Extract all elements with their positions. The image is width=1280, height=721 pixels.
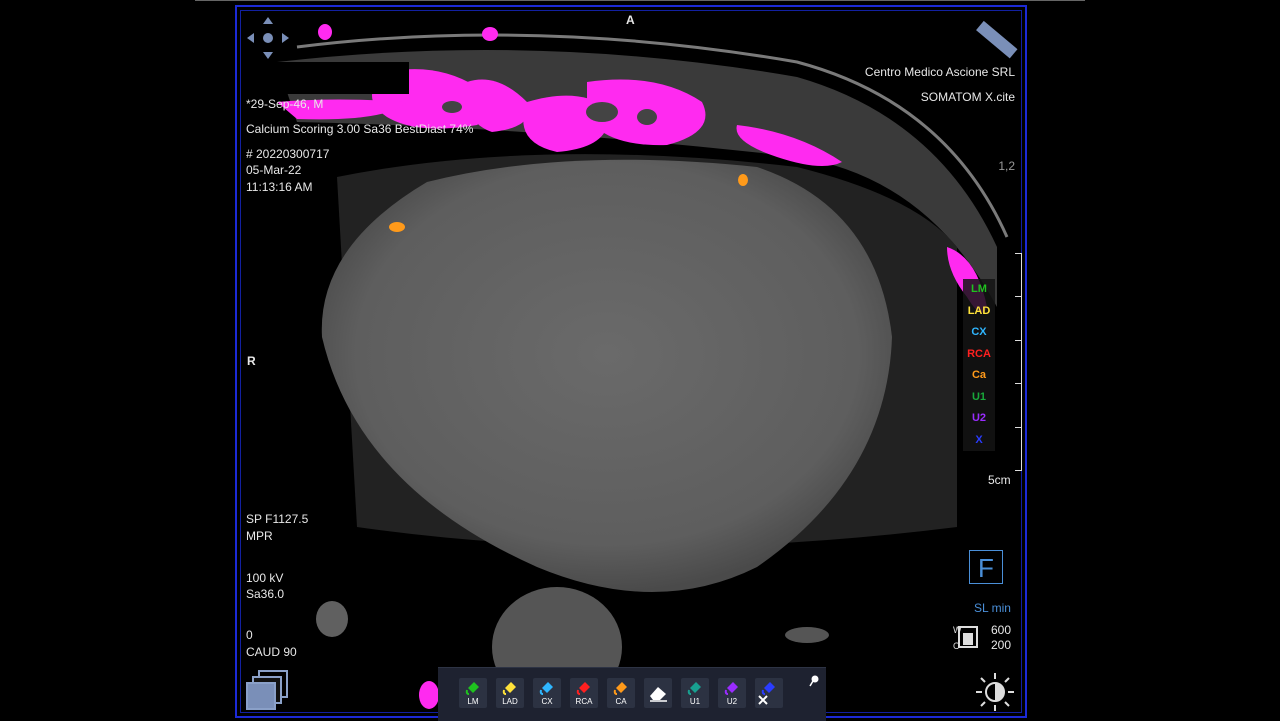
window-width: 600 — [991, 623, 1012, 637]
svg-text:C: C — [953, 641, 960, 651]
svg-text:W: W — [953, 625, 962, 635]
paint-bucket-icon — [576, 682, 590, 695]
accession-number: # 20220300717 — [246, 147, 330, 161]
close-icon — [758, 695, 768, 705]
legend-item: U1 — [971, 390, 987, 403]
reconstruction-mode: MPR — [246, 529, 273, 543]
legend-item: U2 — [971, 412, 987, 424]
ct-viewport[interactable]: A R *29-Sep-46, M Calcium Scoring 3.00 S… — [235, 5, 1027, 718]
slice-position: SP F1127.5 — [246, 512, 309, 526]
paint-lm-button[interactable]: LM — [459, 678, 487, 708]
study-time: 11:13:16 AM — [246, 180, 313, 194]
paint-bucket-icon — [502, 682, 516, 695]
tilt-value: 0 — [246, 628, 253, 642]
eraser-button[interactable] — [644, 678, 672, 708]
f-indicator-button[interactable]: F — [969, 550, 1003, 584]
paint-bucket-icon — [687, 682, 701, 695]
legend-item: LM — [971, 283, 987, 295]
paint-cx-button[interactable]: CX — [533, 678, 561, 708]
scale-label: 5cm — [988, 473, 1011, 487]
slab-mode[interactable]: SL min — [974, 600, 1011, 616]
paint-ca-button[interactable]: CA — [607, 678, 635, 708]
paint-bucket-icon — [724, 682, 738, 695]
orientation-top: A — [626, 13, 635, 27]
pin-icon[interactable] — [808, 674, 820, 688]
window-center: 200 — [991, 638, 1012, 652]
legend-item: RCA — [967, 347, 991, 360]
artery-legend: LM LAD CX RCA Ca U1 U2 X — [963, 279, 995, 451]
paint-x-button[interactable] — [755, 678, 783, 708]
institution-name: Centro Medico Ascione SRL — [864, 65, 1015, 79]
paint-bucket-icon — [465, 682, 479, 695]
ruler-icon[interactable] — [973, 17, 1019, 63]
paint-bucket-icon — [539, 682, 553, 695]
legend-item: LAD — [967, 304, 991, 317]
legend-item: X — [975, 433, 983, 446]
paint-bucket-icon — [613, 682, 627, 695]
study-date: 05-Mar-22 — [246, 163, 302, 177]
paint-rca-button[interactable]: RCA — [570, 678, 598, 708]
paint-u2-button[interactable]: U2 — [718, 678, 746, 708]
paint-lad-button[interactable]: LAD — [496, 678, 524, 708]
series-stack-icon[interactable] — [245, 669, 291, 711]
tube-voltage: 100 kV — [246, 571, 284, 585]
ct-image — [277, 24, 1009, 709]
paint-u1-button[interactable]: U1 — [681, 678, 709, 708]
recon-kernel: Sa36.0 — [246, 587, 285, 601]
zoom-factor: 1,2 — [998, 159, 1015, 173]
legend-item: Ca — [971, 369, 987, 381]
scale-ruler — [1013, 253, 1022, 471]
brightness-icon[interactable] — [973, 671, 1017, 713]
patient-birthdate-sex: *29-Sep-46, M — [246, 97, 324, 111]
calcium-scoring-toolbar: LM LAD CX RCA CA U1 U2 — [438, 667, 826, 721]
scan-protocol: Calcium Scoring 3.00 Sa36 BestDiast 74% — [246, 122, 474, 136]
orientation-left: R — [247, 354, 256, 368]
view-angle: CAUD 90 — [246, 645, 297, 659]
scanner-model: SOMATOM X.cite — [920, 90, 1015, 104]
pan-navigation-icon[interactable] — [245, 15, 291, 61]
eraser-icon — [650, 687, 667, 702]
top-divider — [195, 0, 1085, 1]
redacted-patient-name — [273, 62, 409, 94]
window-level-icon[interactable]: W C — [953, 623, 983, 651]
legend-item: CX — [971, 326, 987, 338]
